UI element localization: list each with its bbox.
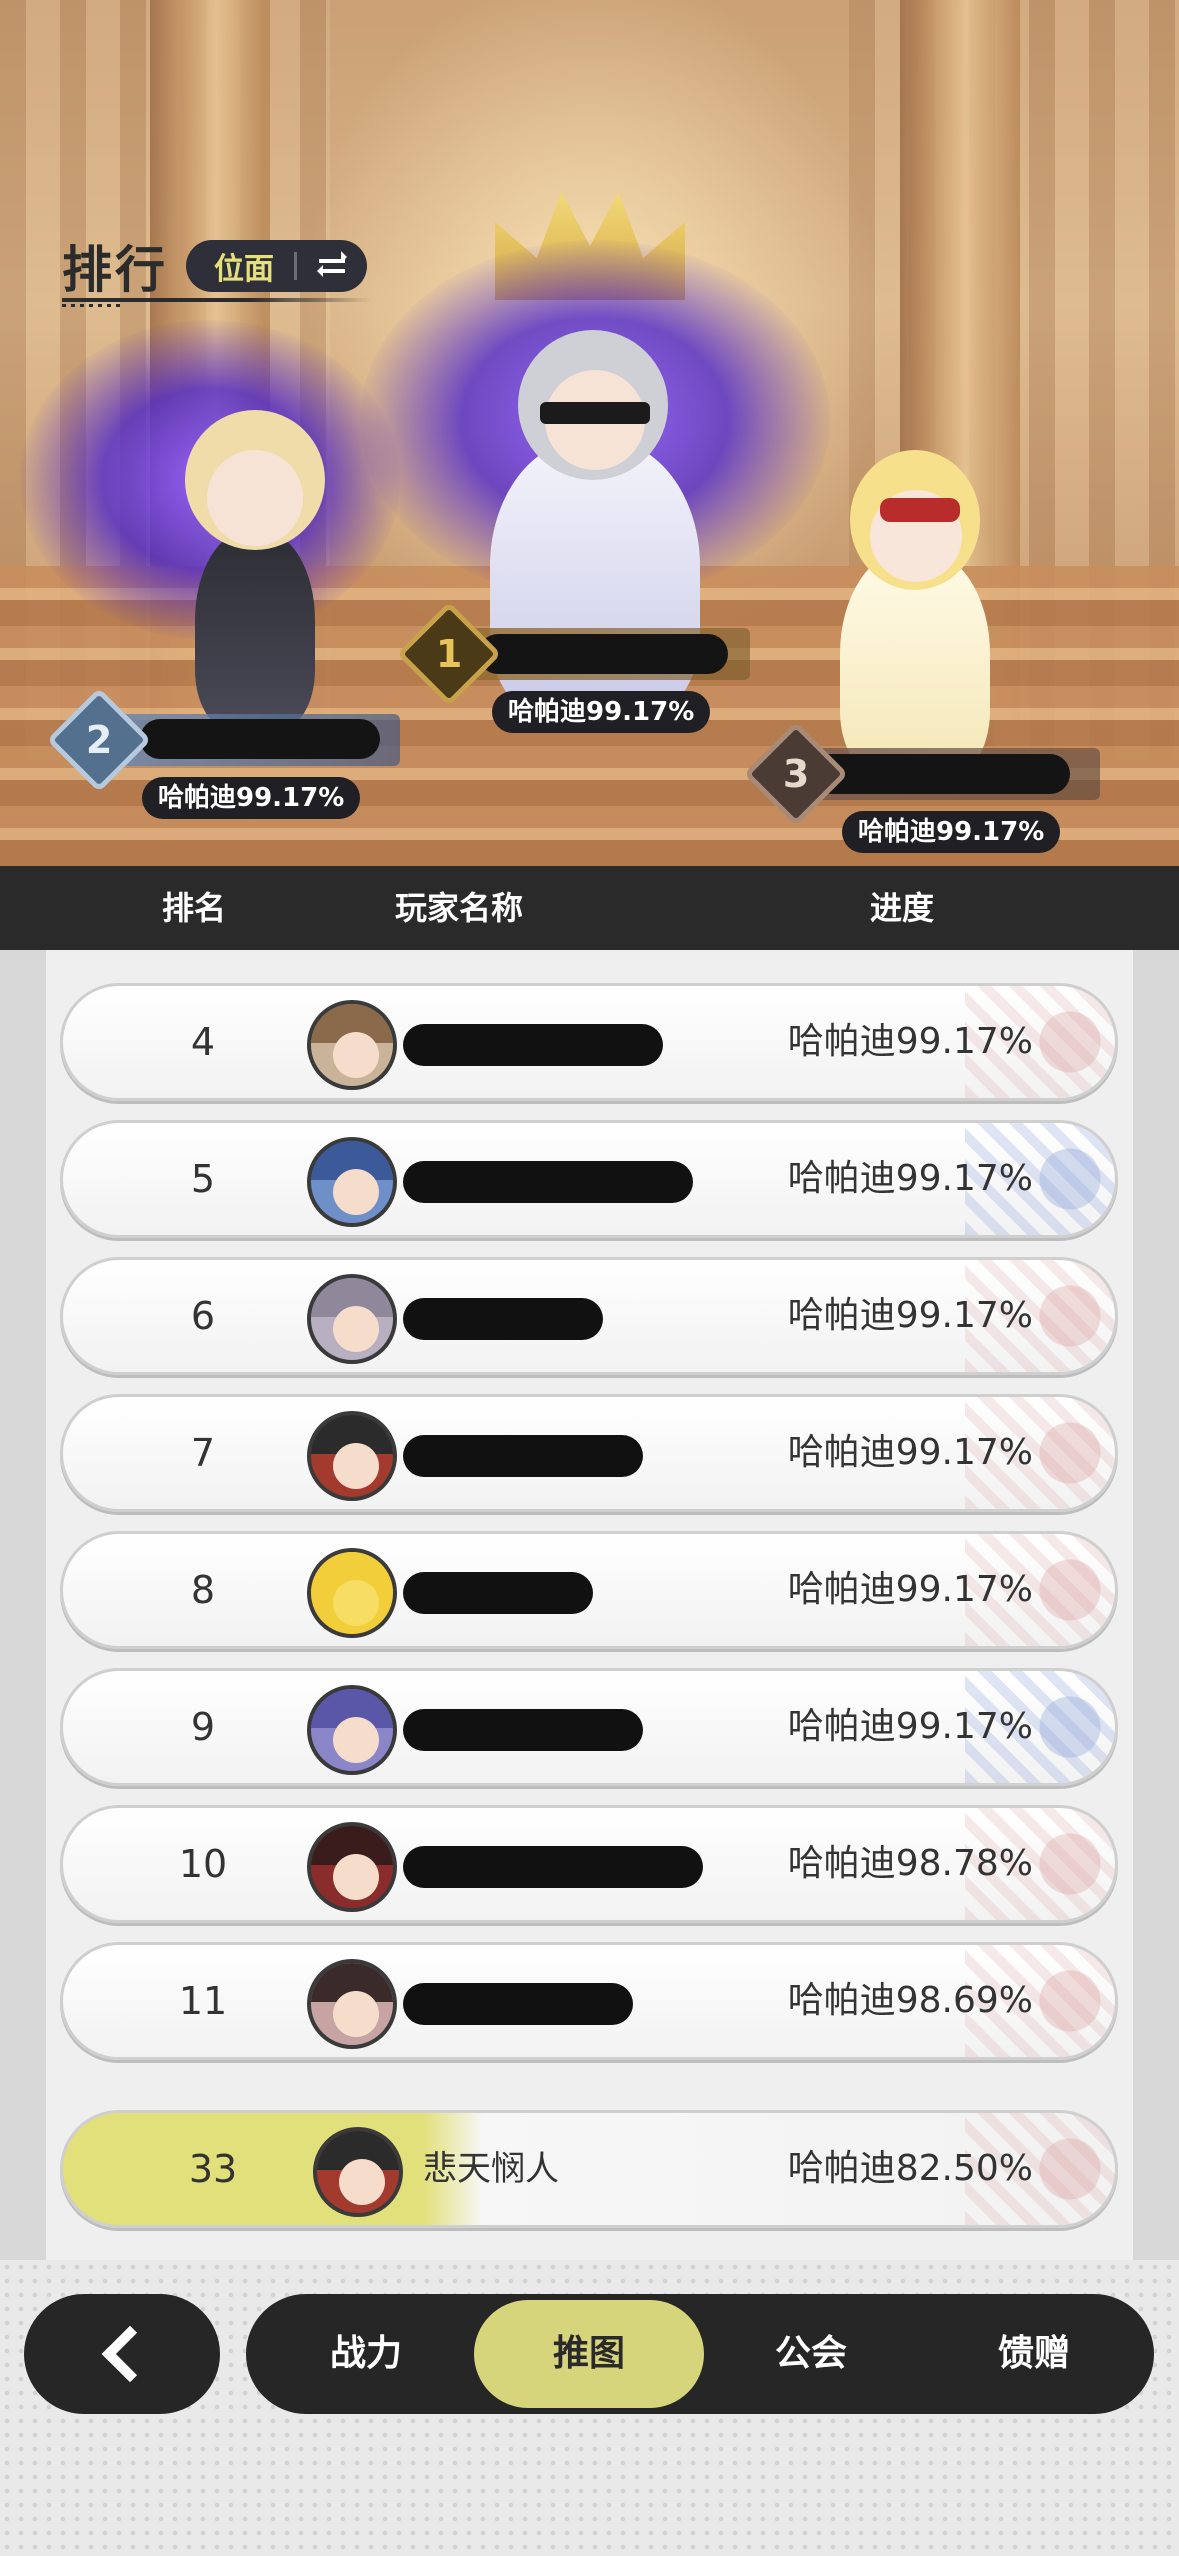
avatar — [307, 1137, 397, 1227]
tab-bar: 战力 推图 公会 馈赠 — [246, 2294, 1154, 2414]
redacted-name — [403, 1983, 633, 2025]
scope-divider — [294, 252, 297, 280]
row-progress: 哈帕迪99.17% — [787, 1432, 1033, 1473]
column-rank: 排名 — [162, 889, 227, 927]
row-progress: 哈帕迪99.17% — [787, 1158, 1033, 1199]
avatar — [307, 1274, 397, 1364]
avatar — [307, 1000, 397, 1090]
column-player-name: 玩家名称 — [395, 889, 524, 927]
ranking-row[interactable]: 7 哈帕迪99.17% — [60, 1394, 1118, 1512]
tab-stage-progress[interactable]: 推图 — [474, 2300, 704, 2408]
title-row: 排行 位面 — [62, 230, 367, 302]
row-rank: 6 — [190, 1294, 216, 1338]
avatar — [307, 1822, 397, 1912]
row-progress: 哈帕迪98.69% — [787, 1980, 1033, 2021]
avatar — [307, 1411, 397, 1501]
page-title: 排行 — [62, 241, 168, 299]
podium-2-progress: 哈帕迪99.17% — [142, 777, 361, 819]
tab-gifts[interactable]: 馈赠 — [934, 2294, 1134, 2414]
avatar — [313, 2127, 403, 2217]
ranking-row[interactable]: 8 哈帕迪99.17% — [60, 1531, 1118, 1649]
redacted-name — [403, 1161, 693, 1203]
row-rank: 7 — [190, 1431, 216, 1475]
avatar — [307, 1685, 397, 1775]
avatar — [307, 1548, 397, 1638]
ranking-row[interactable]: 4 哈帕迪99.17% — [60, 983, 1118, 1101]
redacted-name — [403, 1435, 643, 1477]
ranking-row[interactable]: 11 哈帕迪98.69% — [60, 1942, 1118, 2060]
row-progress: 哈帕迪98.78% — [787, 1843, 1033, 1884]
row-rank: 4 — [190, 1020, 216, 1064]
row-progress: 哈帕迪82.50% — [787, 2148, 1033, 2189]
row-rank: 8 — [190, 1568, 216, 1612]
title-dots — [62, 304, 122, 307]
redacted-name — [403, 1709, 643, 1751]
redacted-name — [403, 1298, 603, 1340]
row-rank: 5 — [190, 1157, 216, 1201]
chevron-left-icon — [101, 2325, 159, 2383]
back-button[interactable] — [24, 2294, 220, 2414]
column-progress: 进度 — [870, 889, 935, 927]
tab-guild[interactable]: 公会 — [711, 2294, 911, 2414]
self-player-name: 悲天悯人 — [423, 2149, 559, 2189]
podium-3-progress: 哈帕迪99.17% — [842, 811, 1061, 853]
ranking-row[interactable]: 5 哈帕迪99.17% — [60, 1120, 1118, 1238]
ranking-row[interactable]: 10 哈帕迪98.78% — [60, 1805, 1118, 1923]
redacted-name — [403, 1572, 593, 1614]
row-progress: 哈帕迪99.17% — [787, 1569, 1033, 1610]
redacted-name — [140, 719, 380, 759]
row-progress: 哈帕迪99.17% — [787, 1706, 1033, 1747]
row-rank: 11 — [178, 1979, 228, 2023]
podium-banner: 排行 位面 1 哈帕迪99.17% 2 哈帕迪99.17% 3 哈帕迪99.17… — [0, 0, 1179, 866]
ranking-row[interactable]: 6 哈帕迪99.17% — [60, 1257, 1118, 1375]
redacted-name — [403, 1024, 663, 1066]
row-progress: 哈帕迪99.17% — [787, 1021, 1033, 1062]
redacted-name — [478, 634, 728, 674]
row-rank: 9 — [190, 1705, 216, 1749]
tab-power[interactable]: 战力 — [266, 2294, 466, 2414]
avatar — [307, 1959, 397, 2049]
self-ranking-row[interactable]: 33 悲天悯人 哈帕迪82.50% — [60, 2110, 1118, 2228]
redacted-name — [810, 754, 1070, 794]
scope-toggle-button[interactable]: 位面 — [186, 240, 367, 292]
ranking-column-header: 排名 玩家名称 进度 — [0, 866, 1179, 950]
swap-arrows-icon — [315, 249, 349, 283]
row-progress: 哈帕迪99.17% — [787, 1295, 1033, 1336]
scope-label: 位面 — [214, 252, 274, 287]
podium-1-progress: 哈帕迪99.17% — [492, 691, 711, 733]
redacted-name — [403, 1846, 703, 1888]
ranking-row[interactable]: 9 哈帕迪99.17% — [60, 1668, 1118, 1786]
title-underline — [62, 298, 372, 302]
row-rank: 10 — [178, 1842, 228, 1886]
